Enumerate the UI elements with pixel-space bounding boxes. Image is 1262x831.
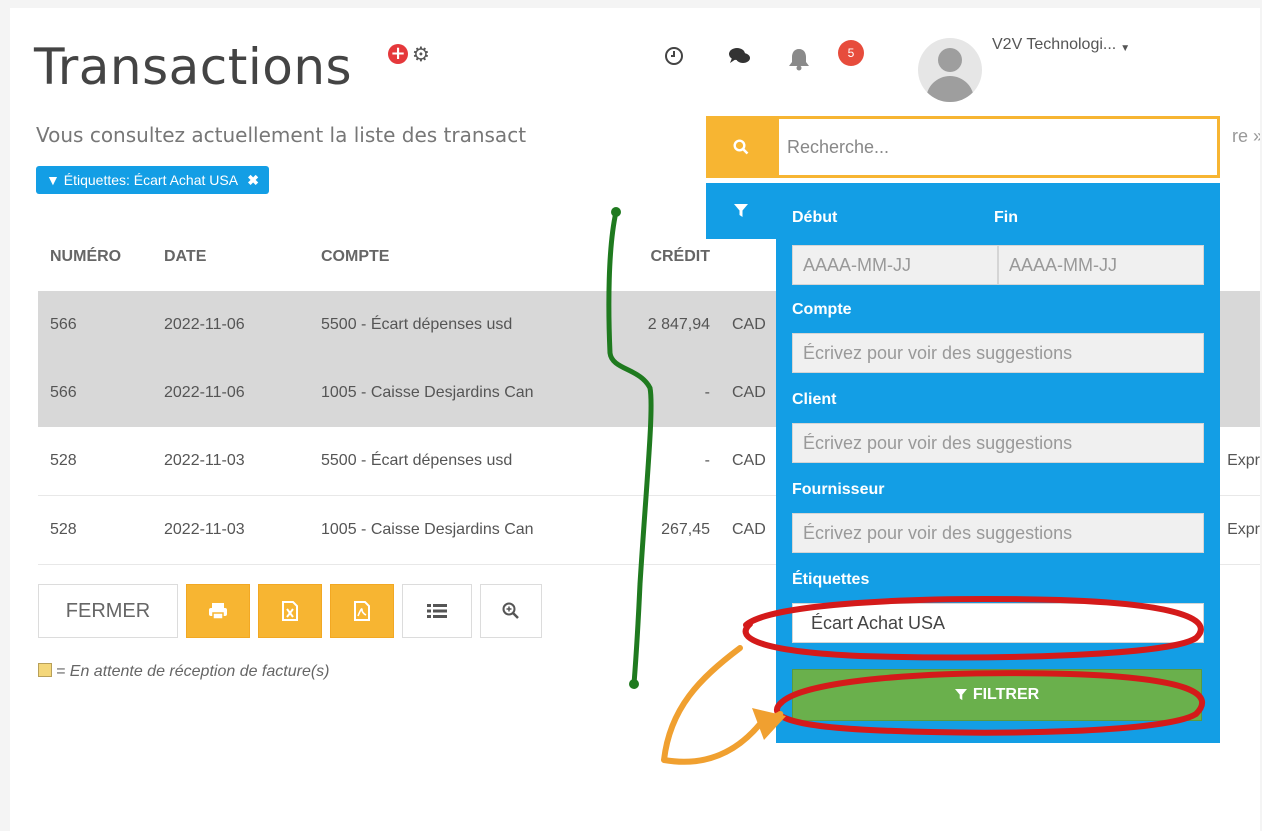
cell-credit: 267,45 — [608, 495, 720, 565]
title-actions: + ⚙ — [388, 42, 430, 66]
filter-submit-button[interactable]: FILTRER — [792, 669, 1202, 721]
cell-date: 2022-11-03 — [152, 495, 309, 565]
column-header-compte[interactable]: COMPTE — [309, 223, 608, 291]
legend-swatch — [38, 663, 52, 677]
page-subtitle: Vous consultez actuellement la liste des… — [36, 123, 527, 147]
client-input[interactable]: Écrivez pour voir des suggestions — [792, 423, 1204, 463]
subtitle-link[interactable]: re » — [1232, 126, 1260, 147]
cell-credit: 2 847,94 — [608, 291, 720, 359]
bell-icon[interactable] — [786, 46, 812, 78]
account-label: Compte — [792, 301, 852, 318]
zoom-button[interactable] — [480, 584, 542, 638]
excel-file-icon — [282, 601, 298, 621]
search-icon — [733, 139, 749, 155]
filter-icon: ▼ — [46, 172, 60, 188]
active-filter-tag[interactable]: ▼ Étiquettes: Écart Achat USA ✖ — [36, 166, 269, 194]
close-icon[interactable]: ✖ — [247, 172, 259, 188]
column-header-date[interactable]: DATE — [152, 223, 309, 291]
supplier-label: Fournisseur — [792, 481, 885, 498]
end-date-label: Fin — [994, 209, 1018, 226]
table-actions: FERMER — [38, 584, 542, 638]
user-name: V2V Technologi... — [992, 36, 1117, 53]
legend: = En attente de réception de facture(s) — [38, 663, 330, 681]
cell-numero: 566 — [38, 359, 152, 427]
annotation-orange-arrow — [661, 645, 784, 765]
tags-input[interactable]: Écart Achat USA — [792, 603, 1204, 643]
active-filter-label: Étiquettes: Écart Achat USA — [63, 172, 238, 188]
cell-date: 2022-11-06 — [152, 359, 309, 427]
cell-credit: - — [608, 427, 720, 496]
zoom-icon — [502, 602, 519, 619]
search-button[interactable] — [706, 116, 776, 178]
avatar[interactable] — [918, 38, 982, 102]
export-excel-button[interactable] — [258, 584, 322, 638]
gear-icon[interactable]: ⚙ — [412, 42, 430, 66]
cell-compte: 5500 - Écart dépenses usd — [309, 291, 608, 359]
account-input[interactable]: Écrivez pour voir des suggestions — [792, 333, 1204, 373]
clock-icon[interactable] — [664, 46, 684, 72]
print-button[interactable] — [186, 584, 250, 638]
cell-numero: 528 — [38, 427, 152, 496]
search-input[interactable]: Recherche... — [776, 116, 1220, 178]
annotation-green-dot-bottom — [629, 679, 639, 689]
cell-numero: 528 — [38, 495, 152, 565]
cell-date: 2022-11-06 — [152, 291, 309, 359]
search-placeholder: Recherche... — [787, 137, 890, 157]
list-icon — [427, 604, 447, 618]
cell-credit: - — [608, 359, 720, 427]
start-date-input[interactable]: AAAA-MM-JJ — [792, 245, 998, 285]
notification-badge: 5 — [838, 40, 864, 66]
pdf-file-icon — [354, 601, 370, 621]
start-date-label: Début — [792, 209, 838, 226]
page-title: Transactions — [34, 38, 353, 96]
filter-toggle[interactable] — [706, 183, 776, 239]
cell-compte: 5500 - Écart dépenses usd — [309, 427, 608, 496]
list-view-button[interactable] — [402, 584, 472, 638]
tags-label: Étiquettes — [792, 571, 870, 588]
close-button[interactable]: FERMER — [38, 584, 178, 638]
end-date-input[interactable]: AAAA-MM-JJ — [998, 245, 1204, 285]
filter-submit-label: FILTRER — [972, 686, 1040, 703]
cell-numero: 566 — [38, 291, 152, 359]
chat-icon[interactable] — [728, 46, 752, 72]
column-header-credit[interactable]: CRÉDIT — [608, 223, 720, 291]
column-header-numero[interactable]: NUMÉRO — [38, 223, 152, 291]
user-menu[interactable]: V2V Technologi... ▼ — [992, 36, 1130, 54]
filter-icon — [734, 204, 748, 217]
plus-circle-icon[interactable]: + — [388, 44, 408, 64]
client-label: Client — [792, 391, 837, 408]
print-icon — [209, 603, 227, 620]
page: Transactions + ⚙ 5 V2V Technologi... ▼ Vo… — [10, 8, 1260, 831]
annotation-green-dot-top — [611, 207, 621, 217]
legend-text: = En attente de réception de facture(s) — [56, 663, 330, 680]
supplier-input[interactable]: Écrivez pour voir des suggestions — [792, 513, 1204, 553]
cell-compte: 1005 - Caisse Desjardins Can — [309, 359, 608, 427]
chevron-down-icon: ▼ — [1120, 43, 1131, 54]
filter-panel: Début Fin AAAA-MM-JJ AAAA-MM-JJ Compte É… — [776, 183, 1220, 743]
export-pdf-button[interactable] — [330, 584, 394, 638]
filter-icon — [954, 689, 967, 701]
cell-date: 2022-11-03 — [152, 427, 309, 496]
cell-compte: 1005 - Caisse Desjardins Can — [309, 495, 608, 565]
